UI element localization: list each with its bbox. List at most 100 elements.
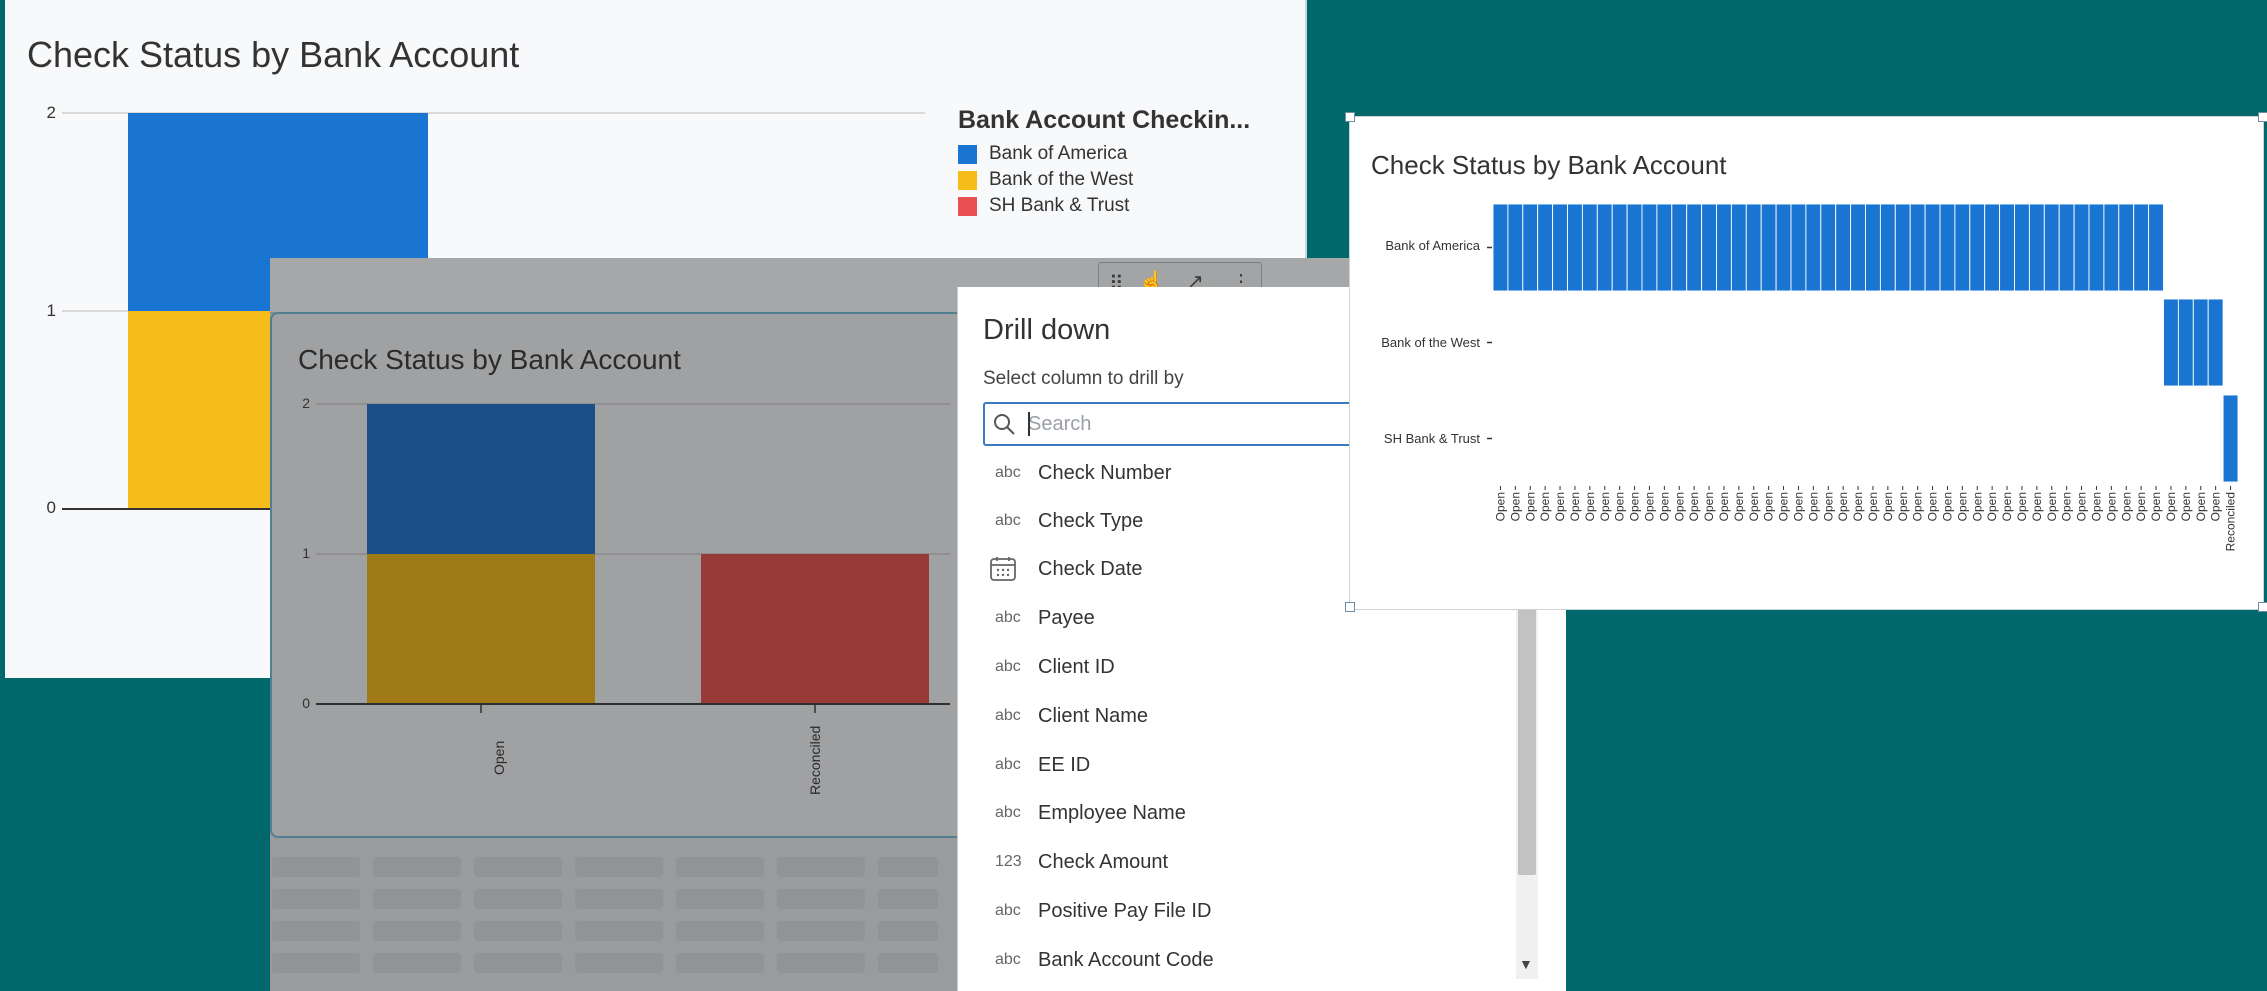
cell-bank-of-america[interactable] [1716, 203, 1732, 292]
cell-bank-of-america[interactable] [1909, 203, 1926, 292]
cell-bank-of-america[interactable] [1820, 203, 1837, 292]
cell-bank-of-the-west[interactable] [2163, 298, 2179, 387]
cell-bank-of-america[interactable] [1611, 203, 1628, 292]
bar-open-bank-of-the-west[interactable] [367, 554, 595, 704]
drill-item-label: Check Type [1038, 509, 1144, 532]
cell-bank-of-america[interactable] [1850, 203, 1866, 292]
y-tick: 1 [46, 301, 56, 320]
x-tick-label: Open [1821, 492, 1835, 521]
x-tick-label: Open [2045, 492, 2059, 521]
drill-item-client-name[interactable]: abc Client Name [983, 692, 1503, 740]
x-tick-label: Open [2149, 492, 2163, 521]
legend-title: Bank Account Checkin... [958, 106, 1251, 134]
x-tick-label: Open [1985, 492, 1999, 521]
cell-bank-of-america[interactable] [1641, 203, 1658, 292]
cell-bank-of-america[interactable] [1835, 203, 1852, 292]
x-tick-label: Open [2194, 492, 2208, 521]
scrollbar-thumb[interactable] [1518, 605, 1536, 875]
cell-bank-of-america[interactable] [1492, 203, 1509, 292]
x-tick-label: Open [2075, 492, 2089, 521]
cell-bank-of-america[interactable] [1656, 203, 1673, 292]
type-label: abc [995, 512, 1021, 529]
type-label: abc [995, 756, 1021, 773]
drill-item-label: Client Name [1038, 704, 1149, 727]
cell-bank-of-america[interactable] [1775, 203, 1792, 292]
cell-bank-of-america[interactable] [1596, 203, 1613, 292]
cell-bank-of-america[interactable] [1805, 203, 1822, 292]
x-tick-label: Open [491, 740, 507, 775]
cell-bank-of-america[interactable] [1522, 203, 1539, 292]
type-label: abc [995, 464, 1021, 481]
y-tick: 2 [46, 103, 56, 122]
cell-bank-of-america[interactable] [1581, 203, 1598, 292]
drill-item-check-amount[interactable]: 123 Check Amount [983, 838, 1503, 886]
cell-bank-of-america[interactable] [1730, 203, 1747, 292]
cell-bank-of-america[interactable] [1567, 203, 1583, 292]
drill-item-bank-account-code[interactable]: abc Bank Account Code [983, 936, 1503, 984]
cell-bank-of-america[interactable] [2088, 203, 2105, 292]
calendar-icon [983, 555, 1029, 583]
cell-bank-of-america[interactable] [1939, 203, 1956, 292]
x-tick-label: Open [1926, 492, 1940, 521]
cell-bank-of-america[interactable] [1701, 203, 1717, 292]
drill-item-label: Check Amount [1038, 850, 1169, 873]
scroll-down-icon[interactable]: ▼ [1519, 956, 1533, 972]
cell-bank-of-america[interactable] [1507, 203, 1524, 292]
cell-bank-of-america[interactable] [2118, 203, 2135, 292]
cell-bank-of-america[interactable] [1879, 203, 1896, 292]
x-tick-label: Open [1777, 492, 1791, 521]
drill-item-ee-id[interactable]: abc EE ID [983, 741, 1503, 789]
cell-bank-of-america[interactable] [1969, 203, 1986, 292]
cell-bank-of-america[interactable] [2103, 203, 2120, 292]
bar-reconciled-sh-bank-trust[interactable] [701, 554, 929, 704]
legend-label: Bank of America [989, 143, 1128, 164]
y-tick: 0 [46, 498, 56, 517]
x-tick-label: Open [1553, 492, 1567, 521]
cell-bank-of-america[interactable] [1924, 203, 1941, 292]
cell-bank-of-america[interactable] [1894, 203, 1911, 292]
legend-label: SH Bank & Trust [989, 195, 1130, 216]
legend-item[interactable]: Bank of the West [958, 169, 1133, 191]
y-tick: 0 [302, 695, 310, 711]
bar-open-bank-of-america[interactable] [367, 404, 595, 554]
cell-bank-of-america[interactable] [1686, 203, 1703, 292]
cell-bank-of-america[interactable] [1984, 203, 2001, 292]
cell-bank-of-america[interactable] [2058, 203, 2075, 292]
legend-swatch [958, 170, 977, 190]
cell-bank-of-america[interactable] [1865, 203, 1881, 292]
cell-bank-of-america[interactable] [1954, 203, 1971, 292]
legend-item[interactable]: SH Bank & Trust [958, 195, 1129, 217]
cell-bank-of-the-west[interactable] [2192, 298, 2209, 387]
drill-item-positive-pay-file-id[interactable]: abc Positive Pay File ID [983, 887, 1503, 935]
x-tick-label: Open [1955, 492, 1969, 521]
cell-bank-of-america[interactable] [1626, 203, 1643, 292]
cell-bank-of-the-west[interactable] [2207, 298, 2224, 387]
cell-bank-of-america[interactable] [1537, 203, 1554, 292]
cell-bank-of-america[interactable] [2028, 203, 2045, 292]
cell-bank-of-america[interactable] [1552, 203, 1568, 292]
drill-item-client-id[interactable]: abc Client ID [983, 643, 1503, 691]
cell-bank-of-the-west[interactable] [2177, 298, 2194, 387]
x-tick-label: Open [2060, 492, 2074, 521]
cell-bank-of-america[interactable] [2133, 203, 2150, 292]
x-tick-label: Reconciled [807, 725, 823, 795]
x-tick-label: Open [1881, 492, 1895, 521]
cell-bank-of-america[interactable] [1790, 203, 1807, 292]
x-tick-label: Open [1523, 492, 1537, 521]
cell-bank-of-america[interactable] [2073, 203, 2090, 292]
cell-bank-of-america[interactable] [1671, 203, 1688, 292]
cell-bank-of-america[interactable] [2148, 203, 2164, 292]
cell-bank-of-america[interactable] [1999, 203, 2015, 292]
drill-item-employee-name[interactable]: abc Employee Name [983, 789, 1503, 837]
x-tick-reconciled: Reconciled [807, 715, 823, 795]
cell-bank-of-america[interactable] [1745, 203, 1762, 292]
legend-item[interactable]: Bank of America [958, 143, 1127, 165]
cell-bank-of-america[interactable] [2014, 203, 2030, 292]
x-tick-label: Open [1806, 492, 1820, 521]
cell-bank-of-america[interactable] [1760, 203, 1777, 292]
y-tick: 2 [302, 395, 310, 411]
x-tick-label: Open [2164, 492, 2178, 521]
cell-sh-bank-trust[interactable] [2222, 394, 2239, 483]
x-tick-label: Open [2000, 492, 2014, 521]
cell-bank-of-america[interactable] [2043, 203, 2060, 292]
